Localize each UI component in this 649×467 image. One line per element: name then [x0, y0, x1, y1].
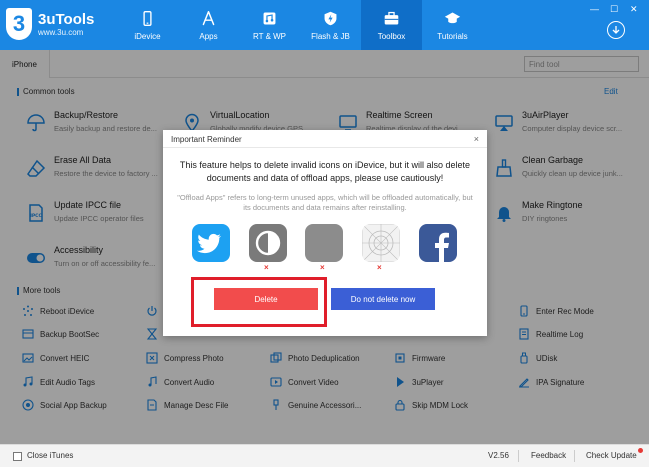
- remove-mark-icon: ×: [320, 263, 325, 272]
- nav-rt-wp[interactable]: RT & WP: [239, 0, 300, 50]
- arrow-down-icon: [612, 26, 620, 34]
- app-title: 3uTools: [38, 10, 95, 28]
- close-itunes-checkbox[interactable]: [13, 452, 22, 461]
- remove-mark-icon: ×: [264, 263, 269, 272]
- nav-idevice[interactable]: iDevice: [117, 0, 178, 50]
- remove-mark-icon: ×: [377, 263, 382, 272]
- invalid-app-icon: [249, 224, 287, 262]
- minimize-button[interactable]: —: [590, 4, 599, 14]
- phone-icon: [143, 10, 152, 26]
- main-nav: iDevice Apps RT & WP Flash & JB Toolbox …: [117, 0, 483, 50]
- app-url: www.3u.com: [38, 27, 84, 37]
- update-badge: [638, 448, 643, 453]
- twitter-icon: [192, 224, 230, 262]
- logo-mark: 3: [6, 8, 32, 40]
- flash-icon: [324, 11, 337, 25]
- app-store-icon: [202, 10, 215, 25]
- app-logo: 3 3uTools www.3u.com: [6, 8, 94, 40]
- nav-toolbox[interactable]: Toolbox: [361, 0, 422, 50]
- dialog-close-button[interactable]: ×: [474, 134, 479, 144]
- feedback-link[interactable]: Feedback: [531, 451, 566, 460]
- graduation-cap-icon: [444, 12, 461, 23]
- version-label: V2.56: [488, 451, 509, 460]
- facebook-icon: [419, 224, 457, 262]
- nav-tutorials[interactable]: Tutorials: [422, 0, 483, 50]
- do-not-delete-button[interactable]: Do not delete now: [331, 288, 435, 310]
- blank-app-icon: [305, 224, 343, 262]
- placeholder-grid-icon: [362, 224, 400, 262]
- app-header: 3 3uTools www.3u.com iDevice Apps RT & W…: [0, 0, 649, 50]
- check-update-link[interactable]: Check Update: [586, 451, 637, 460]
- dialog-title: Important Reminder: [171, 135, 242, 144]
- download-button[interactable]: [607, 21, 625, 39]
- delete-highlight-box: [191, 277, 327, 327]
- dialog-header: Important Reminder ×: [163, 130, 487, 148]
- status-bar: Close iTunes V2.56 Feedback Check Update: [0, 444, 649, 467]
- nav-flash-jb[interactable]: Flash & JB: [300, 0, 361, 50]
- dialog-note: "Offload Apps" refers to long-term unuse…: [177, 193, 473, 212]
- divider: [518, 450, 519, 462]
- divider: [574, 450, 575, 462]
- toolbox-icon: [384, 11, 399, 24]
- dialog-message: This feature helps to delete invalid ico…: [179, 160, 471, 183]
- close-window-button[interactable]: ✕: [630, 4, 638, 14]
- ringtone-icon: [263, 12, 276, 24]
- nav-apps[interactable]: Apps: [178, 0, 239, 50]
- maximize-button[interactable]: ☐: [610, 4, 618, 14]
- close-itunes-label[interactable]: Close iTunes: [27, 451, 73, 460]
